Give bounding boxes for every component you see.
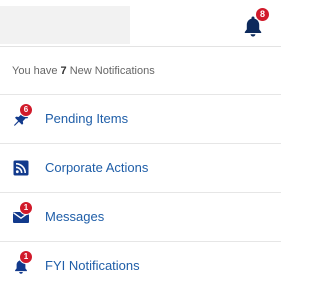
fyi-notifications-label: FYI Notifications — [45, 258, 140, 273]
rss-feed-icon — [13, 160, 29, 176]
pending-items-count-badge: 6 — [19, 103, 33, 117]
messages-label: Messages — [45, 209, 105, 224]
pending-items-icon-wrap: 6 — [12, 103, 33, 128]
summary-prefix: You have — [12, 65, 61, 77]
corporate-actions-icon-wrap — [12, 159, 30, 177]
notifications-dropdown: You have 7 New Notifications 6 Pending I… — [0, 46, 281, 288]
fyi-notifications-count-badge: 1 — [19, 250, 33, 264]
menu-item-messages[interactable]: 1 Messages — [0, 192, 281, 241]
menu-item-pending-items[interactable]: 6 Pending Items — [0, 94, 281, 143]
header-placeholder-area — [0, 6, 130, 44]
summary-suffix: New Notifications — [66, 65, 155, 77]
fyi-notifications-icon-wrap: 1 — [12, 250, 33, 275]
menu-item-fyi-notifications[interactable]: 1 FYI Notifications — [0, 241, 281, 288]
notification-count-badge: 8 — [255, 7, 270, 22]
notifications-summary: You have 7 New Notifications — [12, 65, 155, 77]
top-bar: 8 — [0, 0, 281, 46]
pending-items-label: Pending Items — [45, 111, 129, 126]
messages-count-badge: 1 — [19, 201, 33, 215]
menu-item-corporate-actions[interactable]: Corporate Actions — [0, 143, 281, 192]
corporate-actions-label: Corporate Actions — [45, 160, 149, 175]
messages-icon-wrap: 1 — [12, 201, 33, 226]
page: 8 You have 7 New Notifications 6 Pending… — [0, 0, 281, 288]
